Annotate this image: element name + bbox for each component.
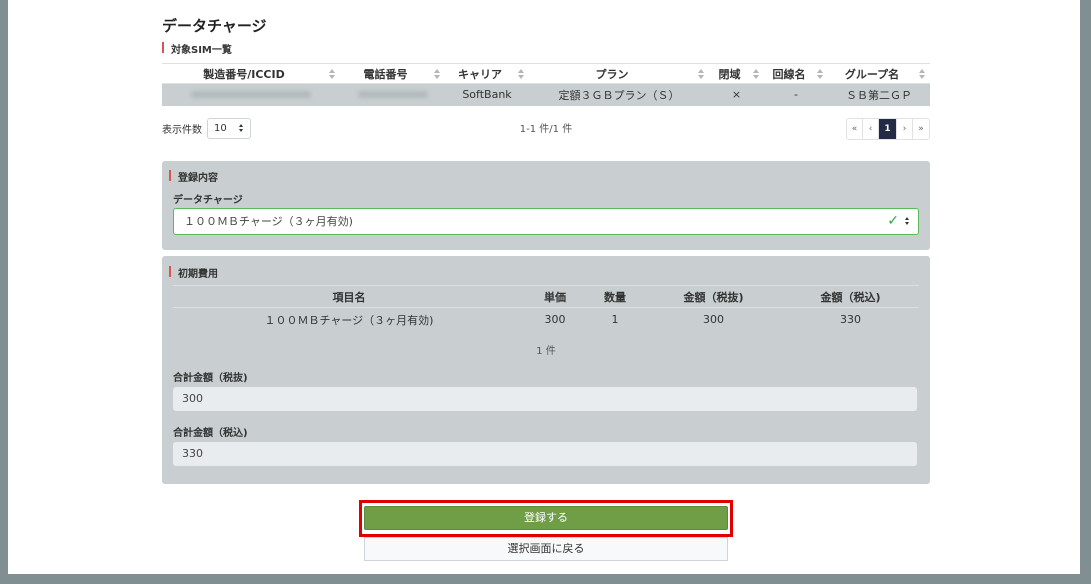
column-header-iccid[interactable]: 製造番号/ICCID [162,63,340,84]
total-in-field: 330 [173,442,917,466]
data-charge-label: データチャージ [173,195,243,206]
table-row: １００ＭＢチャージ（３ヶ月有効) 300 1 300 330 [173,308,919,332]
fee-column-item: 項目名 [173,285,525,308]
fee-amount-in-cell: 330 [840,313,861,327]
column-header-phone[interactable]: 電話番号 [340,63,445,84]
page-first-button[interactable]: « [847,119,863,139]
column-header-group[interactable]: グループ名 [828,63,930,84]
phone-cell-redacted [340,83,445,106]
fee-amount-ex-cell: 300 [703,313,724,327]
page-next-button[interactable]: › [897,119,913,139]
page: データチャージ 対象SIM一覧 製造番号/ICCID 電話番号 キャリア プラン… [8,0,1080,574]
back-to-selection-button[interactable]: 選択画面に戻る [364,537,728,561]
initial-fee-panel: 初期費用 項目名 単価 数量 金額（税抜) 金額（税込) １００ＭＢチャージ（３… [162,256,930,484]
line-name-cell: - [764,83,828,106]
column-header-line-name[interactable]: 回線名 [764,63,828,84]
total-in-label: 合計金額（税込) [173,428,248,439]
sim-count: 1-1 件/1 件 [519,124,573,135]
fee-qty-cell: 1 [611,313,619,327]
sort-icon [753,69,760,79]
fee-item-cell: １００ＭＢチャージ（３ヶ月有効) [264,313,434,327]
page-last-button[interactable]: » [913,119,929,139]
sort-icon [518,69,525,79]
sort-icon [698,69,705,79]
page-prev-button[interactable]: ‹ [863,119,879,139]
check-icon: ✓ [887,213,899,229]
sort-icon [919,69,926,79]
sim-list-label: 対象SIM一覧 [162,41,232,56]
sim-table: 製造番号/ICCID 電話番号 キャリア プラン 閉域 回線名 グループ名 So… [162,63,930,106]
column-header-carrier[interactable]: キャリア [445,63,529,84]
sort-icon [329,69,336,79]
page-title: データチャージ [162,17,267,35]
registration-section-label: 登録内容 [169,169,218,184]
fee-column-unit-price: 単価 [525,285,585,308]
register-button[interactable]: 登録する [364,506,728,530]
fee-column-qty: 数量 [585,285,645,308]
data-charge-select[interactable]: １００ＭＢチャージ（３ヶ月有効) ✓ [173,208,919,235]
closed-cell: × [709,83,764,106]
table-row[interactable]: SoftBank 定額３ＧＢプラン（Ｓ） × - ＳＢ第二ＧＰ [162,83,930,106]
column-header-plan[interactable]: プラン [529,63,709,84]
fee-count: 1 件 [536,346,556,357]
fee-table: 項目名 単価 数量 金額（税抜) 金額（税込) １００ＭＢチャージ（３ヶ月有効)… [173,285,919,332]
plan-cell: 定額３ＧＢプラン（Ｓ） [529,83,709,106]
sort-icon [817,69,824,79]
group-cell: ＳＢ第二ＧＰ [828,83,930,106]
registration-panel: 登録内容 データチャージ １００ＭＢチャージ（３ヶ月有効) ✓ [162,161,930,250]
page-1-button[interactable]: 1 [879,119,897,139]
fee-column-amount-in: 金額（税込) [782,285,919,308]
carrier-cell: SoftBank [445,83,529,106]
fee-unit-price-cell: 300 [544,313,566,327]
total-ex-label: 合計金額（税抜) [173,373,248,384]
iccid-cell-redacted [162,83,340,106]
sort-icon [434,69,441,79]
select-arrows-icon [905,217,910,226]
fee-column-amount-ex: 金額（税抜) [645,285,782,308]
initial-fee-section-label: 初期費用 [169,265,218,280]
total-ex-field: 300 [173,387,917,411]
column-header-closed[interactable]: 閉域 [709,63,764,84]
pagination: « ‹ 1 › » [846,118,930,140]
